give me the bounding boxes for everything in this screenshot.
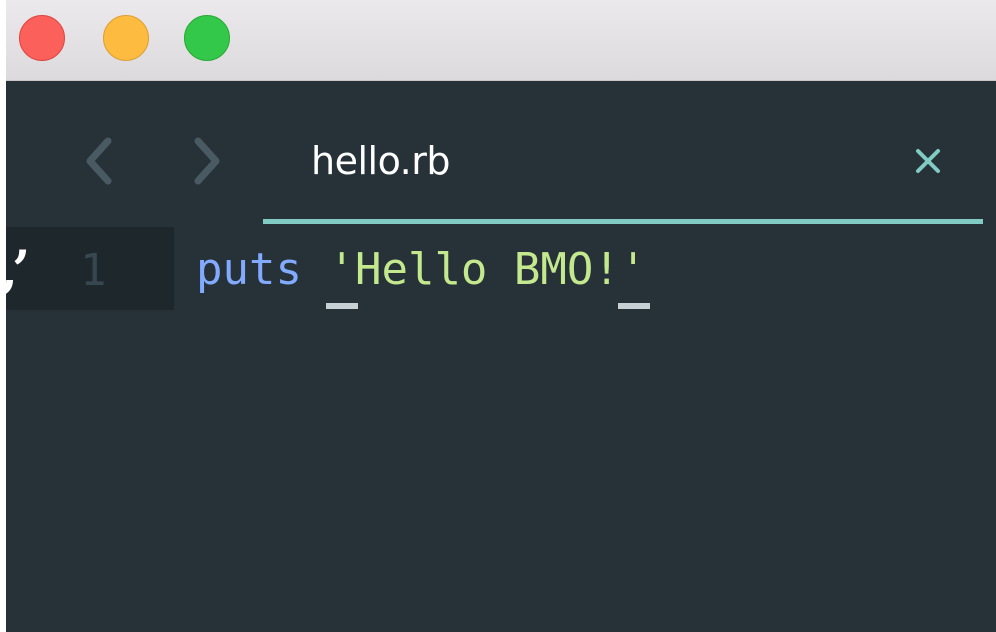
gutter-indicator-icon: ‚’ [6, 240, 30, 301]
back-button[interactable] [78, 131, 118, 191]
editor-window: hello.rb ‚’ 1 puts 'Hello BMO!' [6, 0, 996, 632]
code-keyword: puts [196, 244, 302, 295]
string-open-quote: ' [326, 241, 358, 309]
tab-title: hello.rb [311, 139, 450, 183]
tab-bar: hello.rb [6, 81, 996, 226]
close-icon [916, 149, 940, 173]
zoom-window-button[interactable] [184, 15, 230, 61]
forward-button[interactable] [188, 131, 228, 191]
code-line[interactable]: puts 'Hello BMO!' [196, 241, 650, 309]
minimize-window-button[interactable] [103, 15, 149, 61]
title-bar [6, 0, 996, 81]
active-tab-indicator [263, 219, 983, 224]
gutter-active-line: ‚’ 1 [6, 227, 174, 310]
chevron-left-icon [86, 137, 112, 185]
line-number: 1 [80, 245, 107, 296]
chevron-right-icon [194, 137, 220, 185]
editor-text-area[interactable] [6, 310, 996, 632]
close-window-button[interactable] [19, 15, 65, 61]
tab-close-button[interactable] [911, 144, 945, 178]
tab-hello-rb[interactable]: hello.rb [263, 81, 983, 226]
string-literal: Hello BMO! [354, 244, 620, 295]
string-close-quote: ' [617, 241, 650, 309]
